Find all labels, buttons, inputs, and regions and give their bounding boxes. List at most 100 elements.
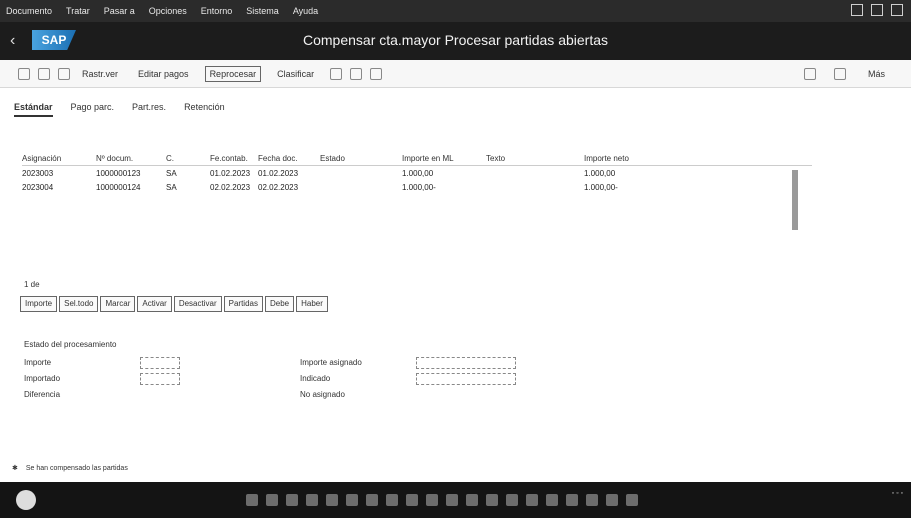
taskbar-app-icon[interactable] xyxy=(486,494,498,506)
importe-button[interactable]: Importe xyxy=(20,296,58,312)
tab-estandar[interactable]: Estándar xyxy=(14,102,53,117)
page-title: Compensar cta.mayor Procesar partidas ab… xyxy=(302,32,609,48)
taskbar-app-icon[interactable] xyxy=(606,494,618,506)
taskbar-app-icon[interactable] xyxy=(506,494,518,506)
credit-button[interactable]: Haber xyxy=(296,296,328,312)
section-title: Estado del procesamiento xyxy=(24,340,117,349)
rastr-ver-button[interactable]: Rastr.ver xyxy=(78,67,122,81)
select-all-button[interactable]: Sel.todo xyxy=(59,296,99,312)
tray-icons[interactable]: ◦ ◦ ◦ xyxy=(892,490,903,497)
taskbar-app-icon[interactable] xyxy=(526,494,538,506)
field-label: Importado xyxy=(24,374,61,383)
menu-item-opciones[interactable]: Opciones xyxy=(149,6,187,16)
column-header[interactable]: Fecha doc. xyxy=(258,154,320,163)
tab-strip: Estándar Pago parc. Part.res. Retención xyxy=(14,102,225,117)
taskbar-app-icon[interactable] xyxy=(346,494,358,506)
menu-item-entorno[interactable]: Entorno xyxy=(201,6,233,16)
importe-asignado-field[interactable] xyxy=(416,357,516,369)
table-cell: SA xyxy=(166,182,177,192)
more-button[interactable]: Más xyxy=(864,67,889,81)
taskbar-app-icon[interactable] xyxy=(386,494,398,506)
taskbar-app-icon[interactable] xyxy=(546,494,558,506)
taskbar-app-icon[interactable] xyxy=(566,494,578,506)
items-button[interactable]: Partidas xyxy=(223,296,263,312)
layout-icon[interactable] xyxy=(370,67,383,80)
taskbar-app-icon[interactable] xyxy=(246,494,258,506)
column-header[interactable]: Estado xyxy=(320,154,402,163)
close-icon[interactable] xyxy=(891,4,903,16)
field-label: Importe asignado xyxy=(300,358,362,367)
tab-retencion[interactable]: Retención xyxy=(184,102,225,117)
sort-icon[interactable] xyxy=(350,67,363,80)
column-header[interactable]: Importe en ML xyxy=(402,154,486,163)
taskbar-app-icon[interactable] xyxy=(406,494,418,506)
previous-page-icon[interactable] xyxy=(58,67,70,80)
table-row[interactable]: 2023004 1000000124 SA 02.02.2023 02.02.2… xyxy=(22,180,812,194)
field-label: Diferencia xyxy=(24,390,61,399)
editar-pagos-button[interactable]: Editar pagos xyxy=(134,67,193,81)
table-cell: 01.02.2023 xyxy=(210,168,251,178)
menu-item-pasar-a[interactable]: Pasar a xyxy=(104,6,135,16)
clasificar-button[interactable]: Clasificar xyxy=(273,67,318,81)
menu-bar: Documento Tratar Pasar a Opciones Entorn… xyxy=(0,0,911,22)
open-items-table: Asignación Nº docum. C. Fe.contab. Fecha… xyxy=(22,152,812,194)
status-bar: ✱ Se han compensado las partidas xyxy=(12,464,128,473)
taskbar-app-icon[interactable] xyxy=(446,494,458,506)
column-header[interactable]: C. xyxy=(166,154,210,163)
table-cell: 02.02.2023 xyxy=(210,182,251,192)
taskbar-app-icon[interactable] xyxy=(366,494,378,506)
taskbar-app-icon[interactable] xyxy=(586,494,598,506)
tab-pago-parcial[interactable]: Pago parc. xyxy=(71,102,115,117)
os-taskbar: ◦ ◦ ◦ xyxy=(0,482,911,518)
mark-button[interactable]: Marcar xyxy=(100,296,136,312)
column-header[interactable]: Importe neto xyxy=(584,154,714,163)
column-header[interactable]: Nº docum. xyxy=(96,154,166,163)
minimize-icon[interactable] xyxy=(851,4,863,16)
taskbar-app-icon[interactable] xyxy=(626,494,638,506)
taskbar-app-icon[interactable] xyxy=(426,494,438,506)
processing-status-panel: Estado del procesamiento Importe Importa… xyxy=(24,340,564,410)
vertical-scrollbar[interactable] xyxy=(792,170,798,230)
indicado-field[interactable] xyxy=(416,373,516,385)
system-tray: ◦ ◦ ◦ xyxy=(892,488,903,499)
search-icon[interactable] xyxy=(803,67,816,80)
table-cell: SA xyxy=(166,168,177,178)
table-cell: 1.000,00 xyxy=(584,168,616,178)
deactivate-button[interactable]: Desactivar xyxy=(173,296,222,312)
taskbar-app-icon[interactable] xyxy=(286,494,298,506)
start-button-icon[interactable] xyxy=(16,490,36,510)
settings-icon[interactable] xyxy=(833,67,846,80)
table-row[interactable]: 2023003 1000000123 SA 01.02.2023 01.02.2… xyxy=(22,166,812,180)
toolbar-right: Más xyxy=(803,67,901,81)
application-toolbar: Rastr.ver Editar pagos Reprocesar Clasif… xyxy=(0,60,911,88)
filter-icon[interactable] xyxy=(330,67,343,80)
menu-item-documento[interactable]: Documento xyxy=(6,6,52,16)
importado-field[interactable] xyxy=(140,373,180,385)
debit-button[interactable]: Debe xyxy=(264,296,295,312)
menu-item-sistema[interactable]: Sistema xyxy=(246,6,279,16)
table-cell: 2023003 xyxy=(22,168,54,178)
importe-field[interactable] xyxy=(140,357,180,369)
menu-item-tratar[interactable]: Tratar xyxy=(66,6,90,16)
taskbar-app-icon[interactable] xyxy=(326,494,338,506)
taskbar-app-icon[interactable] xyxy=(266,494,278,506)
column-header[interactable]: Fe.contab. xyxy=(210,154,258,163)
activate-button[interactable]: Activar xyxy=(137,296,172,312)
reprocesar-button[interactable]: Reprocesar xyxy=(204,65,262,82)
table-cell: 01.02.2023 xyxy=(258,168,299,178)
table-header: Asignación Nº docum. C. Fe.contab. Fecha… xyxy=(22,152,812,166)
field-label: Indicado xyxy=(300,374,331,383)
window-controls xyxy=(851,4,903,16)
maximize-icon[interactable] xyxy=(871,4,883,16)
menu-item-ayuda[interactable]: Ayuda xyxy=(293,6,318,16)
info-icon: ✱ xyxy=(12,465,18,472)
taskbar-app-icon[interactable] xyxy=(466,494,478,506)
first-page-icon[interactable] xyxy=(38,67,50,80)
status-message: Se han compensado las partidas xyxy=(25,464,128,472)
check-icon[interactable] xyxy=(18,67,30,80)
tab-part-res[interactable]: Part.res. xyxy=(132,102,166,117)
column-header[interactable]: Asignación xyxy=(22,154,96,163)
column-header[interactable]: Texto xyxy=(486,154,584,163)
taskbar-app-icon[interactable] xyxy=(306,494,318,506)
field-label: Importe xyxy=(24,358,52,367)
